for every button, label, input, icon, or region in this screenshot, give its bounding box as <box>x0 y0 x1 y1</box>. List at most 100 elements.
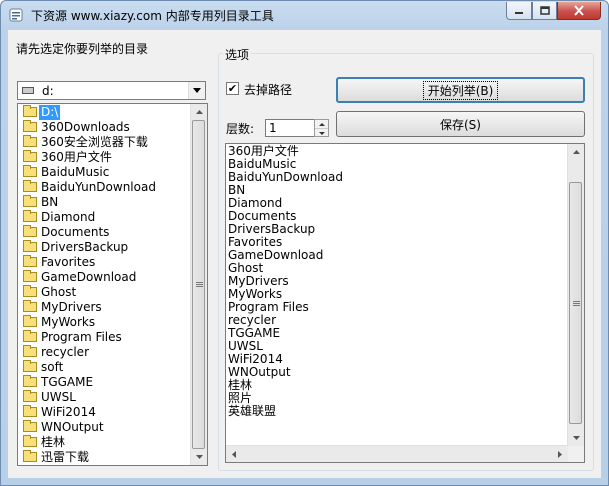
folder-icon <box>23 405 37 417</box>
directory-item[interactable]: BN <box>18 195 190 210</box>
chevron-up-icon <box>572 150 580 154</box>
client-area: 请先选定你要列举的目录 d: D:\ 360Downloads 360安全浏览器下… <box>8 30 601 478</box>
scroll-up-button[interactable] <box>191 104 207 120</box>
output-textarea[interactable]: 360用户文件 BaiduMusic BaiduYunDownload BN Diamo… <box>225 143 585 463</box>
directory-item[interactable]: Favorites <box>18 255 190 270</box>
directory-item-label: WiFi2014 <box>41 405 96 419</box>
directory-item[interactable]: 360Downloads <box>18 120 190 135</box>
directory-item-label: recycler <box>41 345 89 359</box>
depth-down-button[interactable] <box>315 128 328 137</box>
directory-item-label: WNOutput <box>41 420 104 434</box>
directory-item-label: Diamond <box>41 210 96 224</box>
directory-item[interactable]: TGGAME <box>18 375 190 390</box>
strip-path-checkbox[interactable]: ✔ <box>226 82 239 95</box>
directory-item[interactable]: UWSL <box>18 390 190 405</box>
directory-list[interactable]: D:\ 360Downloads 360安全浏览器下载 360用户文件 BaiduMu… <box>17 103 208 466</box>
strip-path-label: 去掉路径 <box>244 83 293 97</box>
folder-icon <box>23 375 37 387</box>
chevron-left-icon <box>232 450 236 458</box>
window-title: 下资源 www.xiazy.com 内部专用列目录工具 <box>31 9 274 23</box>
directory-item[interactable]: MyWorks <box>18 315 190 330</box>
app-window: 下资源 www.xiazy.com 内部专用列目录工具 请先选定你要列举的目录 … <box>0 0 609 486</box>
folder-icon <box>23 330 37 342</box>
directory-item[interactable]: 360安全浏览器下载 <box>18 135 190 150</box>
directory-item-label: Documents <box>41 225 110 239</box>
folder-icon <box>23 300 37 312</box>
app-icon <box>9 8 23 22</box>
scroll-down-button[interactable] <box>191 449 207 465</box>
chevron-down-icon <box>318 131 325 135</box>
directory-item[interactable]: soft <box>18 360 190 375</box>
directory-item[interactable]: Diamond <box>18 210 190 225</box>
folder-icon <box>23 450 37 462</box>
drive-dropdown-button[interactable] <box>188 82 205 99</box>
directory-scrollbar[interactable] <box>190 104 207 465</box>
directory-item[interactable]: DriversBackup <box>18 240 190 255</box>
directory-item[interactable]: Program Files <box>18 330 190 345</box>
directory-root-label: D:\ <box>39 105 61 120</box>
checkmark-icon: ✔ <box>227 82 238 95</box>
folder-icon <box>23 285 37 297</box>
scroll-thumb[interactable] <box>569 182 582 424</box>
directory-item[interactable]: WNOutput <box>18 420 190 435</box>
directory-item-label: TGGAME <box>41 375 94 389</box>
directory-item[interactable]: Ghost <box>18 285 190 300</box>
directory-item[interactable]: 360用户文件 <box>18 150 190 165</box>
title-bar[interactable]: 下资源 www.xiazy.com 内部专用列目录工具 <box>1 1 608 29</box>
directory-root-item[interactable]: D:\ <box>18 105 190 120</box>
save-button[interactable]: 保存(S) <box>336 111 585 137</box>
folder-icon <box>23 195 37 207</box>
output-line: 英雄联盟 <box>228 404 277 418</box>
scroll-right-button[interactable] <box>552 446 568 462</box>
scroll-up-button[interactable] <box>568 144 584 160</box>
folder-icon <box>23 240 37 252</box>
minimize-icon <box>515 11 523 14</box>
open-folder-icon <box>23 105 37 117</box>
folder-icon <box>23 360 37 372</box>
folder-icon <box>23 180 37 192</box>
depth-input[interactable]: 1 <box>265 119 315 137</box>
directory-item-label: 360安全浏览器下载 <box>41 135 148 149</box>
chevron-up-icon <box>195 110 203 114</box>
drive-select-value: d: <box>42 84 54 98</box>
directory-item[interactable]: BaiduMusic <box>18 165 190 180</box>
folder-icon <box>23 150 37 162</box>
scroll-thumb[interactable] <box>192 120 205 449</box>
directory-item-label: Favorites <box>41 255 96 269</box>
directory-item[interactable]: Documents <box>18 225 190 240</box>
directory-item[interactable]: recycler <box>18 345 190 360</box>
directory-item[interactable]: 迅雷下载 <box>18 450 190 465</box>
scroll-down-button[interactable] <box>568 430 584 446</box>
save-button-label: 保存(S) <box>440 117 481 132</box>
directory-item-label: BaiduMusic <box>41 165 110 179</box>
depth-stepper[interactable] <box>314 119 329 137</box>
output-vertical-scrollbar[interactable] <box>567 144 584 446</box>
minimize-button[interactable] <box>506 2 532 20</box>
folder-icon <box>23 135 37 147</box>
directory-item-label: GameDownload <box>41 270 137 284</box>
drive-select[interactable]: d: <box>17 81 206 100</box>
directory-item-label: 桂林 <box>41 435 66 449</box>
scroll-left-button[interactable] <box>226 446 242 462</box>
directory-item[interactable]: BaiduYunDownload <box>18 180 190 195</box>
folder-icon <box>23 225 37 237</box>
start-list-button[interactable]: 开始列举(B) <box>336 77 585 103</box>
output-horizontal-scrollbar[interactable] <box>226 445 568 462</box>
folder-icon <box>23 390 37 402</box>
folder-icon <box>23 165 37 177</box>
chevron-right-icon <box>558 450 562 458</box>
maximize-button[interactable] <box>532 2 557 20</box>
close-button[interactable] <box>557 2 601 20</box>
directory-item[interactable]: 桂林 <box>18 435 190 450</box>
depth-label: 层数: <box>226 122 255 136</box>
directory-item[interactable]: MyDrivers <box>18 300 190 315</box>
chevron-down-icon <box>195 455 203 459</box>
directory-item[interactable]: WiFi2014 <box>18 405 190 420</box>
directory-item[interactable]: GameDownload <box>18 270 190 285</box>
folder-icon <box>23 120 37 132</box>
directory-item-label: MyDrivers <box>41 300 102 314</box>
directory-item-label: 迅雷下载 <box>41 450 90 464</box>
output-line: BaiduYunDownload <box>228 170 343 184</box>
directory-item-label: DriversBackup <box>41 240 129 254</box>
depth-up-button[interactable] <box>315 120 328 128</box>
